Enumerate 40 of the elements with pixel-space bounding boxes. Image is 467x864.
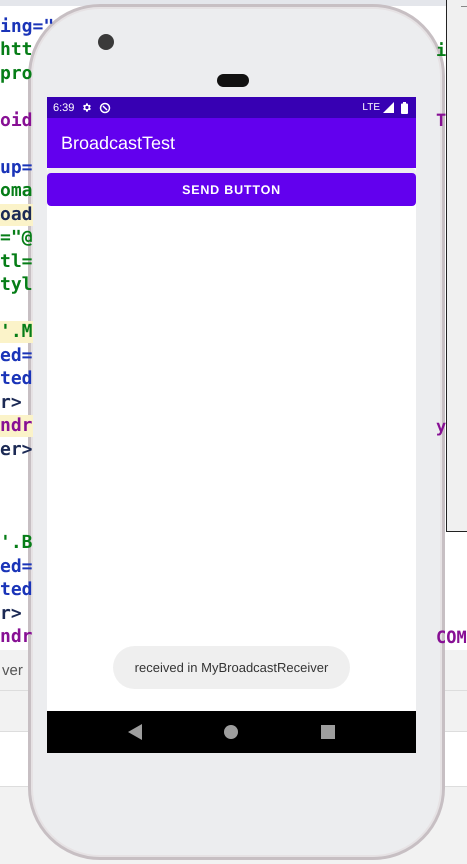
code-text: ted — [0, 579, 33, 602]
code-text: pro — [0, 62, 33, 85]
code-text: er> — [0, 438, 33, 461]
code-text: ing=" — [0, 16, 54, 38]
code-text: ed= — [0, 344, 33, 367]
code-text: i — [436, 40, 446, 62]
code-text: oad — [0, 204, 33, 226]
speaker-icon — [217, 74, 249, 87]
gear-icon — [81, 102, 92, 113]
signal-icon — [383, 102, 394, 113]
code-text: oma — [0, 180, 33, 202]
code-text: ndr — [0, 626, 33, 648]
code-text: '.M — [0, 321, 33, 344]
code-text: T — [436, 110, 446, 132]
camera-icon — [98, 34, 114, 50]
home-icon[interactable] — [224, 725, 238, 739]
code-text: '.B — [0, 532, 33, 554]
code-text: tyl — [0, 274, 33, 296]
code-text: oid — [0, 110, 33, 132]
back-icon[interactable] — [128, 724, 142, 740]
code-text: up= — [0, 156, 33, 179]
code-text: ted — [0, 368, 33, 390]
app-title: BroadcastTest — [61, 132, 176, 154]
panel-text: ver — [2, 662, 23, 678]
toast-message: received in MyBroadcastReceiver — [112, 646, 350, 689]
clock-text: 6:39 — [53, 102, 74, 114]
code-text: COM — [436, 626, 467, 648]
data-saver-icon — [99, 102, 112, 114]
send-button[interactable]: SEND BUTTON — [47, 173, 416, 206]
code-text: r> — [0, 392, 22, 414]
code-text: ndr — [0, 415, 33, 438]
code-text: ="@ — [0, 227, 33, 250]
code-text: tl= — [0, 250, 33, 273]
code-text: r> — [0, 602, 22, 625]
network-text: LTE — [362, 102, 380, 113]
code-text: htt — [0, 39, 33, 62]
recents-icon[interactable] — [320, 725, 335, 739]
code-text: ed= — [0, 556, 33, 578]
code-text: y — [436, 416, 446, 438]
battery-icon — [401, 102, 408, 114]
